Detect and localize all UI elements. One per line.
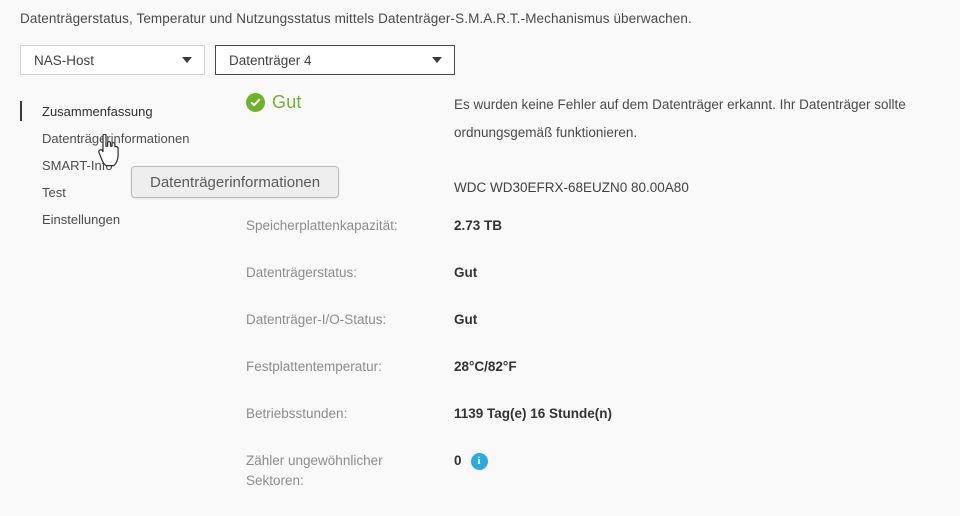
host-select-value: NAS-Host xyxy=(34,52,95,68)
detail-value-text: 2.73 TB xyxy=(454,218,503,233)
check-circle-icon xyxy=(246,93,265,112)
sidebar-item-label: SMART-Info xyxy=(42,158,113,173)
detail-value: 28°C/82°F xyxy=(454,357,517,377)
detail-value: Gut xyxy=(454,263,477,283)
detail-value-text: Gut xyxy=(454,312,478,327)
detail-row: Datenträger-I/O-Status: Gut xyxy=(246,310,946,357)
detail-row: Festplattentemperatur: 28°C/82°F xyxy=(246,357,946,404)
status-text: Gut xyxy=(272,92,302,112)
status-description: Es wurden keine Fehler auf dem Datenträg… xyxy=(454,97,906,140)
disk-model: WDC WD30EFRX-68EUZN0 80.00A80 xyxy=(454,180,689,195)
detail-row: Speicherplattenkapazität: 2.73 TB xyxy=(246,216,946,263)
detail-value-text: 1139 Tag(e) 16 Stunde(n) xyxy=(454,406,613,421)
volume-select[interactable]: Datenträger 4 xyxy=(215,45,455,75)
detail-value: 1139 Tag(e) 16 Stunde(n) xyxy=(454,404,612,424)
host-select[interactable]: NAS-Host xyxy=(20,45,205,75)
sidebar-item-zusammenfassung[interactable]: Zusammenfassung xyxy=(20,98,215,125)
selector-row: NAS-Host Datenträger 4 xyxy=(20,45,455,75)
sidebar-item-label: Test xyxy=(42,185,66,200)
detail-row: Zähler ungewöhnlicher Sektoren: 0 i xyxy=(246,451,946,498)
sidebar-item-datentraegerinformationen[interactable]: Datenträgerinformationen xyxy=(20,125,215,152)
sidebar-item-einstellungen[interactable]: Einstellungen xyxy=(20,206,215,233)
detail-row: Betriebsstunden: 1139 Tag(e) 16 Stunde(n… xyxy=(246,404,946,451)
detail-label: Festplattentemperatur: xyxy=(246,359,382,374)
detail-label: Betriebsstunden: xyxy=(246,406,348,421)
sidebar-item-label: Datenträgerinformationen xyxy=(42,131,190,146)
chevron-down-icon xyxy=(182,57,192,63)
detail-value-text: 0 xyxy=(454,453,462,468)
detail-value: 0 i xyxy=(454,451,488,471)
volume-select-value: Datenträger 4 xyxy=(229,52,312,68)
detail-value: 2.73 TB xyxy=(454,216,502,236)
chevron-down-icon xyxy=(432,57,442,63)
sidebar-item-label: Zusammenfassung xyxy=(42,104,153,119)
detail-value: Gut xyxy=(454,310,477,330)
detail-row: Datenträgerstatus: Gut xyxy=(246,263,946,310)
detail-label: Datenträgerstatus: xyxy=(246,265,358,280)
status-badge: Gut xyxy=(246,92,302,113)
tooltip: Datenträgerinformationen xyxy=(131,166,340,198)
detail-label: Zähler ungewöhnlicher Sektoren: xyxy=(246,453,383,488)
page-description: Datenträgerstatus, Temperatur und Nutzun… xyxy=(20,11,692,26)
detail-value-text: Gut xyxy=(454,265,478,280)
detail-list: Speicherplattenkapazität: 2.73 TB Datent… xyxy=(246,216,946,498)
sidebar-item-label: Einstellungen xyxy=(42,212,121,227)
tooltip-text: Datenträgerinformationen xyxy=(150,173,321,191)
detail-label: Speicherplattenkapazität: xyxy=(246,218,398,233)
detail-label: Datenträger-I/O-Status: xyxy=(246,312,387,327)
detail-value-text: 28°C/82°F xyxy=(454,359,517,374)
info-icon[interactable]: i xyxy=(470,452,488,470)
